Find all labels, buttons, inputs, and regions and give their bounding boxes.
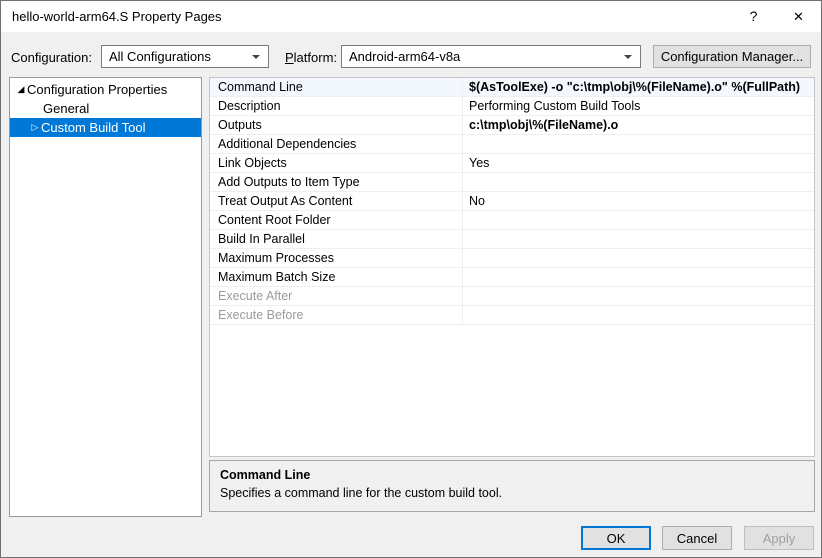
property-value[interactable]: [463, 230, 814, 248]
property-row-description[interactable]: Description Performing Custom Build Tool…: [210, 97, 814, 116]
configuration-manager-button[interactable]: Configuration Manager...: [653, 45, 811, 68]
property-row-content-root-folder[interactable]: Content Root Folder: [210, 211, 814, 230]
property-value[interactable]: [463, 135, 814, 153]
window-title: hello-world-arm64.S Property Pages: [12, 1, 222, 32]
property-name: Treat Output As Content: [210, 192, 463, 210]
ok-button[interactable]: OK: [581, 526, 651, 550]
property-value[interactable]: $(AsToolExe) -o "c:\tmp\obj\%(FileName).…: [463, 78, 814, 96]
platform-value: Android-arm64-v8a: [349, 49, 460, 64]
tree-item-label: General: [43, 101, 89, 116]
tree-item-label: Custom Build Tool: [41, 120, 146, 135]
property-grid: Command Line $(AsToolExe) -o "c:\tmp\obj…: [209, 77, 815, 457]
property-row-maximum-batch-size[interactable]: Maximum Batch Size: [210, 268, 814, 287]
chevron-down-icon: [252, 55, 260, 59]
property-name: Execute Before: [210, 306, 463, 324]
collapsed-triangle-icon[interactable]: ▷: [29, 118, 41, 137]
property-name: Outputs: [210, 116, 463, 134]
property-value[interactable]: [463, 211, 814, 229]
description-panel: Command Line Specifies a command line fo…: [209, 460, 815, 512]
property-row-execute-before: Execute Before: [210, 306, 814, 325]
property-row-command-line[interactable]: Command Line $(AsToolExe) -o "c:\tmp\obj…: [210, 78, 814, 97]
platform-label: Platform:: [285, 50, 337, 65]
configuration-tree-panel: ◢Configuration Properties General ▷Custo…: [9, 77, 202, 517]
configuration-value: All Configurations: [109, 49, 211, 64]
property-pages-dialog: hello-world-arm64.S Property Pages ? ✕ C…: [0, 0, 822, 558]
property-name: Build In Parallel: [210, 230, 463, 248]
close-icon: ✕: [793, 9, 804, 24]
property-name: Execute After: [210, 287, 463, 305]
apply-button[interactable]: Apply: [744, 526, 814, 550]
property-name: Maximum Processes: [210, 249, 463, 267]
property-value: [463, 306, 814, 324]
property-value[interactable]: c:\tmp\obj\%(FileName).o: [463, 116, 814, 134]
property-value[interactable]: [463, 249, 814, 267]
title-bar: hello-world-arm64.S Property Pages ? ✕: [1, 1, 821, 32]
property-row-outputs[interactable]: Outputs c:\tmp\obj\%(FileName).o: [210, 116, 814, 135]
platform-select[interactable]: Android-arm64-v8a: [341, 45, 641, 68]
tree-item-configuration-properties[interactable]: ◢Configuration Properties: [10, 78, 201, 99]
property-value: [463, 287, 814, 305]
cancel-button[interactable]: Cancel: [662, 526, 732, 550]
configuration-select[interactable]: All Configurations: [101, 45, 269, 68]
property-row-build-in-parallel[interactable]: Build In Parallel: [210, 230, 814, 249]
property-name: Description: [210, 97, 463, 115]
expanded-triangle-icon[interactable]: ◢: [15, 80, 27, 99]
configuration-label: Configuration:: [11, 50, 92, 65]
property-value[interactable]: Performing Custom Build Tools: [463, 97, 814, 115]
close-button[interactable]: ✕: [776, 1, 821, 32]
tree-item-custom-build-tool[interactable]: ▷Custom Build Tool: [10, 118, 201, 137]
property-name: Command Line: [210, 78, 463, 96]
chevron-down-icon: [624, 55, 632, 59]
description-title: Command Line: [220, 468, 804, 482]
property-name: Maximum Batch Size: [210, 268, 463, 286]
property-row-maximum-processes[interactable]: Maximum Processes: [210, 249, 814, 268]
help-button[interactable]: ?: [731, 1, 776, 32]
property-value[interactable]: [463, 173, 814, 191]
property-value[interactable]: No: [463, 192, 814, 210]
property-row-additional-dependencies[interactable]: Additional Dependencies: [210, 135, 814, 154]
property-row-add-outputs-to-item-type[interactable]: Add Outputs to Item Type: [210, 173, 814, 192]
property-row-link-objects[interactable]: Link Objects Yes: [210, 154, 814, 173]
property-value[interactable]: Yes: [463, 154, 814, 172]
property-row-execute-after: Execute After: [210, 287, 814, 306]
help-icon: ?: [750, 8, 758, 24]
property-name: Link Objects: [210, 154, 463, 172]
description-text: Specifies a command line for the custom …: [220, 486, 804, 500]
tree-item-label: Configuration Properties: [27, 82, 167, 97]
tree-item-general[interactable]: General: [10, 99, 201, 118]
property-name: Add Outputs to Item Type: [210, 173, 463, 191]
property-name: Content Root Folder: [210, 211, 463, 229]
property-name: Additional Dependencies: [210, 135, 463, 153]
property-value[interactable]: [463, 268, 814, 286]
property-row-treat-output-as-content[interactable]: Treat Output As Content No: [210, 192, 814, 211]
